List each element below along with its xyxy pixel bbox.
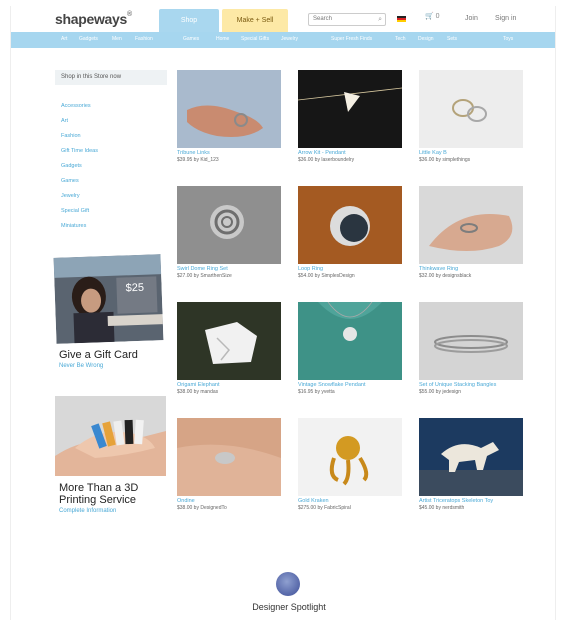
nav-item[interactable]: Fashion: [135, 36, 153, 42]
product-image[interactable]: [177, 70, 281, 148]
search-icon[interactable]: ⌕: [378, 14, 382, 25]
product-title[interactable]: Tribune Links: [177, 150, 281, 156]
product-byline: $55.00 by jedesign: [419, 389, 461, 395]
product-card[interactable]: Artist Triceratops Skeleton Toy $45.00 b…: [419, 418, 523, 511]
gift-card-link[interactable]: Never Be Wrong: [59, 363, 103, 369]
product-card[interactable]: Little Kay B $36.00 by simplethings: [419, 70, 523, 163]
sidebar-category[interactable]: Gadgets: [61, 163, 82, 169]
product-title[interactable]: Gold Kraken: [298, 498, 402, 504]
nav-item[interactable]: Games: [183, 36, 199, 42]
product-byline: $54.00 by SimplesDesign: [298, 273, 355, 279]
product-byline: $38.00 by mandas: [177, 389, 219, 395]
product-byline: $16.95 by yvetta: [298, 389, 335, 395]
search-input[interactable]: Search ⌕: [308, 13, 386, 26]
designer-spotlight-heading: Designer Spotlight: [252, 602, 326, 612]
product-image[interactable]: [419, 418, 523, 496]
nav-item[interactable]: Special Gifts: [241, 36, 269, 42]
product-title[interactable]: Little Kay B: [419, 150, 523, 156]
product-image[interactable]: [177, 186, 281, 264]
product-title[interactable]: Set of Unique Stacking Bangles: [419, 382, 523, 388]
designer-avatar[interactable]: [276, 572, 300, 596]
category-nav: Art Gadgets Men Fashion Games Home Speci…: [11, 32, 555, 48]
nav-item[interactable]: Men: [112, 36, 122, 42]
product-card[interactable]: Ondine $38.00 by DesignedTo: [177, 418, 281, 511]
nav-item[interactable]: Sets: [447, 36, 457, 42]
product-image[interactable]: [298, 186, 402, 264]
product-image[interactable]: [419, 186, 523, 264]
printing-service-image[interactable]: [55, 396, 166, 476]
sidebar-category[interactable]: Games: [61, 178, 79, 184]
printing-service-title-2: Printing Service: [59, 494, 137, 506]
product-title[interactable]: Swirl Dome Ring Set: [177, 266, 281, 272]
product-title[interactable]: Ondine: [177, 498, 281, 504]
product-image[interactable]: [419, 70, 523, 148]
shapeways-logo[interactable]: shapeways®: [55, 11, 132, 27]
nav-item[interactable]: Tech: [395, 36, 406, 42]
nav-item[interactable]: Super Fresh Finds: [331, 36, 372, 42]
sidebar-category[interactable]: Special Gift: [61, 208, 89, 214]
sidebar-category[interactable]: Miniatures: [61, 223, 86, 229]
product-image[interactable]: [298, 70, 402, 148]
product-image[interactable]: [298, 302, 402, 380]
sidebar-category[interactable]: Gift Time Ideas: [61, 148, 98, 154]
product-card[interactable]: Thinkwave Ring $32.00 by designsblack: [419, 186, 523, 279]
nav-item[interactable]: Art: [61, 36, 67, 42]
join-link[interactable]: Join: [465, 15, 478, 22]
gift-card-image[interactable]: $25: [53, 254, 164, 344]
product-card[interactable]: Tribune Links $39.95 by Kid_123: [177, 70, 281, 163]
product-byline: $275.00 by FabricSpiral: [298, 505, 351, 511]
sidebar-category[interactable]: Art: [61, 118, 68, 124]
nav-item[interactable]: Design: [418, 36, 434, 42]
product-card[interactable]: Set of Unique Stacking Bangles $55.00 by…: [419, 302, 523, 395]
sidebar-category[interactable]: Fashion: [61, 133, 81, 139]
product-title[interactable]: Origami Elephant: [177, 382, 281, 388]
tab-shop[interactable]: Shop: [159, 9, 219, 32]
sidebar-heading: Shop in this Store now: [55, 70, 167, 85]
product-image[interactable]: [177, 418, 281, 496]
sidebar-category[interactable]: Jewelry: [61, 193, 80, 199]
printing-service-title-1: More Than a 3D: [59, 482, 139, 494]
product-card[interactable]: Vintage Snowflake Pendant $16.95 by yvet…: [298, 302, 402, 395]
product-byline: $39.95 by Kid_123: [177, 157, 219, 163]
nav-item[interactable]: Home: [216, 36, 229, 42]
product-title[interactable]: Loop Ring: [298, 266, 402, 272]
cart-count: 0: [435, 13, 440, 20]
product-card[interactable]: Loop Ring $54.00 by SimplesDesign: [298, 186, 402, 279]
product-title[interactable]: Artist Triceratops Skeleton Toy: [419, 498, 523, 504]
sign-in-link[interactable]: Sign in: [495, 15, 516, 22]
nav-item[interactable]: Toys: [503, 36, 513, 42]
product-byline: $36.00 by laserboundelry: [298, 157, 355, 163]
product-image[interactable]: [298, 418, 402, 496]
flag-icon[interactable]: [397, 16, 406, 22]
search-placeholder: Search: [313, 16, 333, 22]
product-title[interactable]: Vintage Snowflake Pendant: [298, 382, 402, 388]
printing-service-link[interactable]: Complete Information: [59, 508, 116, 514]
product-title[interactable]: Arrow Kit - Pendant: [298, 150, 402, 156]
product-byline: $32.00 by designsblack: [419, 273, 472, 279]
gift-card-title[interactable]: Give a Gift Card: [59, 349, 138, 361]
cart-icon[interactable]: 🛒 0: [425, 12, 440, 20]
product-card[interactable]: Swirl Dome Ring Set $27.00 by SmarthenSi…: [177, 186, 281, 279]
product-title[interactable]: Thinkwave Ring: [419, 266, 523, 272]
product-card[interactable]: Arrow Kit - Pendant $36.00 by laserbound…: [298, 70, 402, 163]
product-card[interactable]: Gold Kraken $275.00 by FabricSpiral: [298, 418, 402, 511]
gift-amount: $25: [125, 282, 144, 295]
nav-item[interactable]: Gadgets: [79, 36, 98, 42]
tab-make-sell[interactable]: Make + Sell: [222, 9, 288, 32]
product-byline: $38.00 by DesignedTo: [177, 505, 227, 511]
product-image[interactable]: [177, 302, 281, 380]
product-byline: $27.00 by SmarthenSize: [177, 273, 232, 279]
sidebar-category[interactable]: Accessories: [61, 103, 91, 109]
product-card[interactable]: Origami Elephant $38.00 by mandas: [177, 302, 281, 395]
nav-item[interactable]: Jewelry: [281, 36, 298, 42]
page-frame: shapeways® Shop Make + Sell Search ⌕ 🛒 0…: [10, 6, 556, 620]
product-byline: $45.00 by nerdsmith: [419, 505, 465, 511]
product-byline: $36.00 by simplethings: [419, 157, 471, 163]
product-image[interactable]: [419, 302, 523, 380]
